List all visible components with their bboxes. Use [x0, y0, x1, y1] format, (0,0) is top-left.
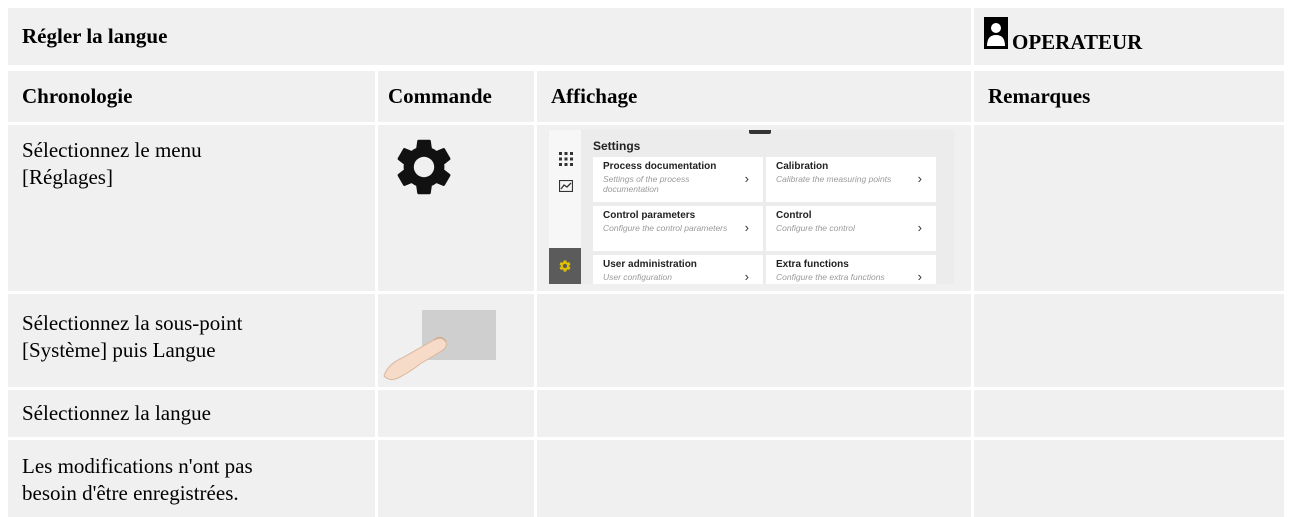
page-title: Régler la langue — [8, 8, 971, 65]
settings-screenshot: Settings Process documentation Settings … — [549, 130, 954, 284]
table-row-1-step: Sélectionnez le menu [Réglages] — [8, 125, 375, 291]
table-row-2-command — [378, 294, 534, 387]
tile-process-documentation[interactable]: Process documentation Settings of the pr… — [593, 157, 763, 202]
page-title-text: Régler la langue — [22, 24, 168, 48]
table-row-4-remarks — [974, 440, 1284, 517]
table-row-4-step: Les modifications n'ont pas besoin d'êtr… — [8, 440, 375, 517]
chevron-right-icon: › — [917, 269, 922, 284]
tile-user-administration[interactable]: User administration User configuration › — [593, 255, 763, 284]
table-row-2-step: Sélectionnez la sous-point [Système] pui… — [8, 294, 375, 387]
apps-grid-icon — [559, 152, 573, 166]
table-row-1-command — [378, 125, 534, 291]
table-row-4-command — [378, 440, 534, 517]
chevron-right-icon: › — [917, 220, 922, 235]
table-row-2-remarks — [974, 294, 1284, 387]
table-row-4-display — [537, 440, 971, 517]
instruction-table: Régler la langue OPERATEUR Chronologie C… — [0, 0, 1290, 517]
column-header-command: Commande — [378, 71, 534, 122]
tile-control[interactable]: Control Configure the control › — [766, 206, 936, 251]
chevron-right-icon: › — [744, 171, 749, 186]
side-rail — [549, 130, 581, 284]
column-header-remarks: Remarques — [974, 71, 1284, 122]
settings-title: Settings — [593, 139, 641, 153]
gear-icon — [397, 139, 451, 195]
table-row-2-display — [537, 294, 971, 387]
settings-rail-item[interactable] — [549, 248, 581, 284]
tile-extra-functions[interactable]: Extra functions Configure the extra func… — [766, 255, 936, 284]
column-header-display: Affichage — [537, 71, 971, 122]
column-header-chronology: Chronologie — [8, 71, 375, 122]
chevron-right-icon: › — [917, 171, 922, 186]
role-badge: OPERATEUR — [974, 8, 1284, 65]
user-icon — [984, 16, 1008, 49]
table-row-3-command — [378, 390, 534, 437]
table-row-3-step: Sélectionnez la langue — [8, 390, 375, 437]
tile-calibration[interactable]: Calibration Calibrate the measuring poin… — [766, 157, 936, 202]
role-label: OPERATEUR — [1012, 30, 1143, 54]
screen-notch — [749, 130, 771, 134]
table-row-3-display — [537, 390, 971, 437]
finger-touch-icon — [383, 310, 496, 381]
gear-icon-small — [559, 260, 571, 272]
table-row-1-remarks — [974, 125, 1284, 291]
chevron-right-icon: › — [744, 269, 749, 284]
chart-icon — [559, 180, 573, 192]
tile-control-parameters[interactable]: Control parameters Configure the control… — [593, 206, 763, 251]
chevron-right-icon: › — [744, 220, 749, 235]
table-row-3-remarks — [974, 390, 1284, 437]
